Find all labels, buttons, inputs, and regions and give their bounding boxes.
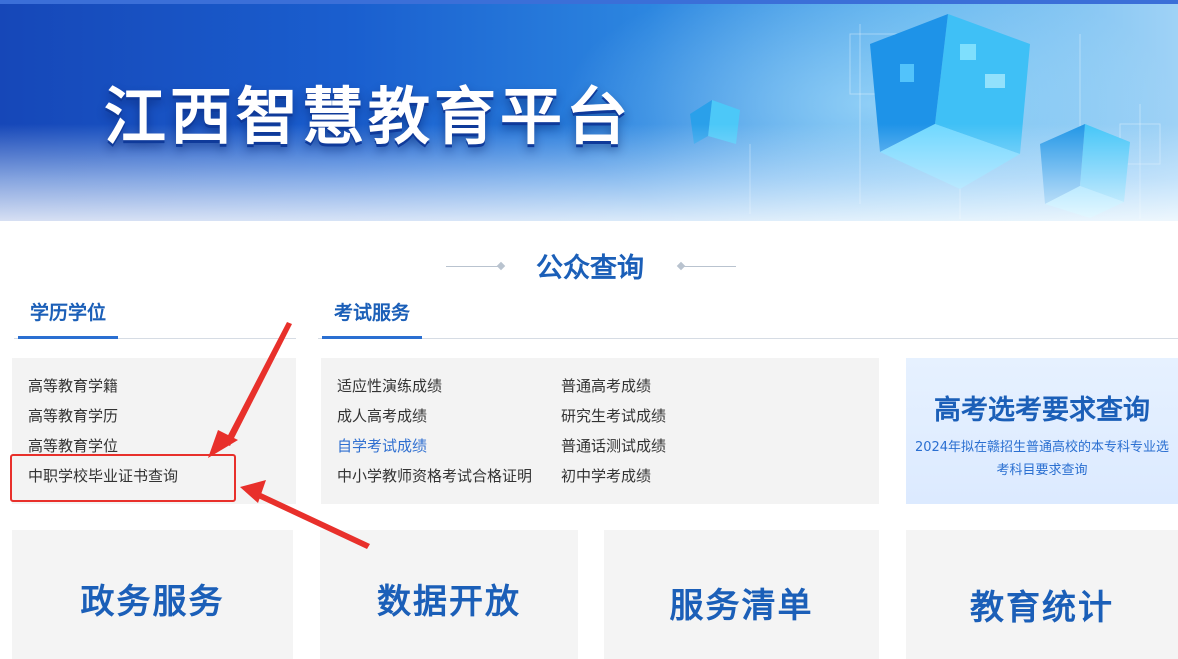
section-title: 公众查询 [536,253,644,284]
tile-open-data[interactable]: 数据开放 [320,530,578,659]
education-tabbar: 学历学位 [14,296,296,339]
tile-label: 数据开放 [377,582,521,622]
tile-service-list[interactable]: 服务清单 [604,530,879,659]
subject-requirement-card[interactable]: 高考选考要求查询 2024年拟在赣招生普通高校的本专科专业选考科目要求查询 [906,358,1178,504]
annotation-highlight-box [10,454,236,502]
heading-divider-left [446,266,498,267]
link-higher-edu-status[interactable]: 高等教育学籍 [28,376,118,396]
tile-label: 教育统计 [970,588,1114,628]
tile-label: 服务清单 [669,586,814,626]
heading-divider-right [684,266,736,267]
tile-government-services[interactable]: 政务服务 [12,530,293,659]
tile-label: 政务服务 [80,582,225,622]
link-junior-high-exam-score[interactable]: 初中学考成绩 [561,466,651,486]
tab-exam-services[interactable]: 考试服务 [322,296,423,339]
heading-diamond-left [496,261,506,271]
link-gaokao-score[interactable]: 普通高考成绩 [561,376,651,396]
link-graduate-exam-score[interactable]: 研究生考试成绩 [561,406,666,426]
section-heading: 公众查询 [446,242,736,286]
link-teacher-qualification-cert[interactable]: 中小学教师资格考试合格证明 [337,466,532,486]
exam-tabbar: 考试服务 [318,296,1178,339]
promo-title: 高考选考要求查询 [934,395,1150,426]
promo-subtitle: 2024年拟在赣招生普通高校的本专科专业选考科目要求查询 [914,440,1170,478]
tile-education-statistics[interactable]: 教育统计 [906,530,1178,659]
link-self-study-exam-score[interactable]: 自学考试成绩 [337,436,427,456]
link-higher-edu-degree[interactable]: 高等教育学位 [28,436,118,456]
link-mandarin-test-score[interactable]: 普通话测试成绩 [561,436,666,456]
platform-title: 江西智慧教育平台 [104,80,633,153]
header-banner: 江西智慧教育平台 [0,4,1178,221]
link-adult-exam-score[interactable]: 成人高考成绩 [337,406,427,426]
link-adaptive-drill-score[interactable]: 适应性演练成绩 [337,376,442,396]
tab-education[interactable]: 学历学位 [18,296,119,339]
link-higher-edu-degree-record[interactable]: 高等教育学历 [28,406,118,426]
